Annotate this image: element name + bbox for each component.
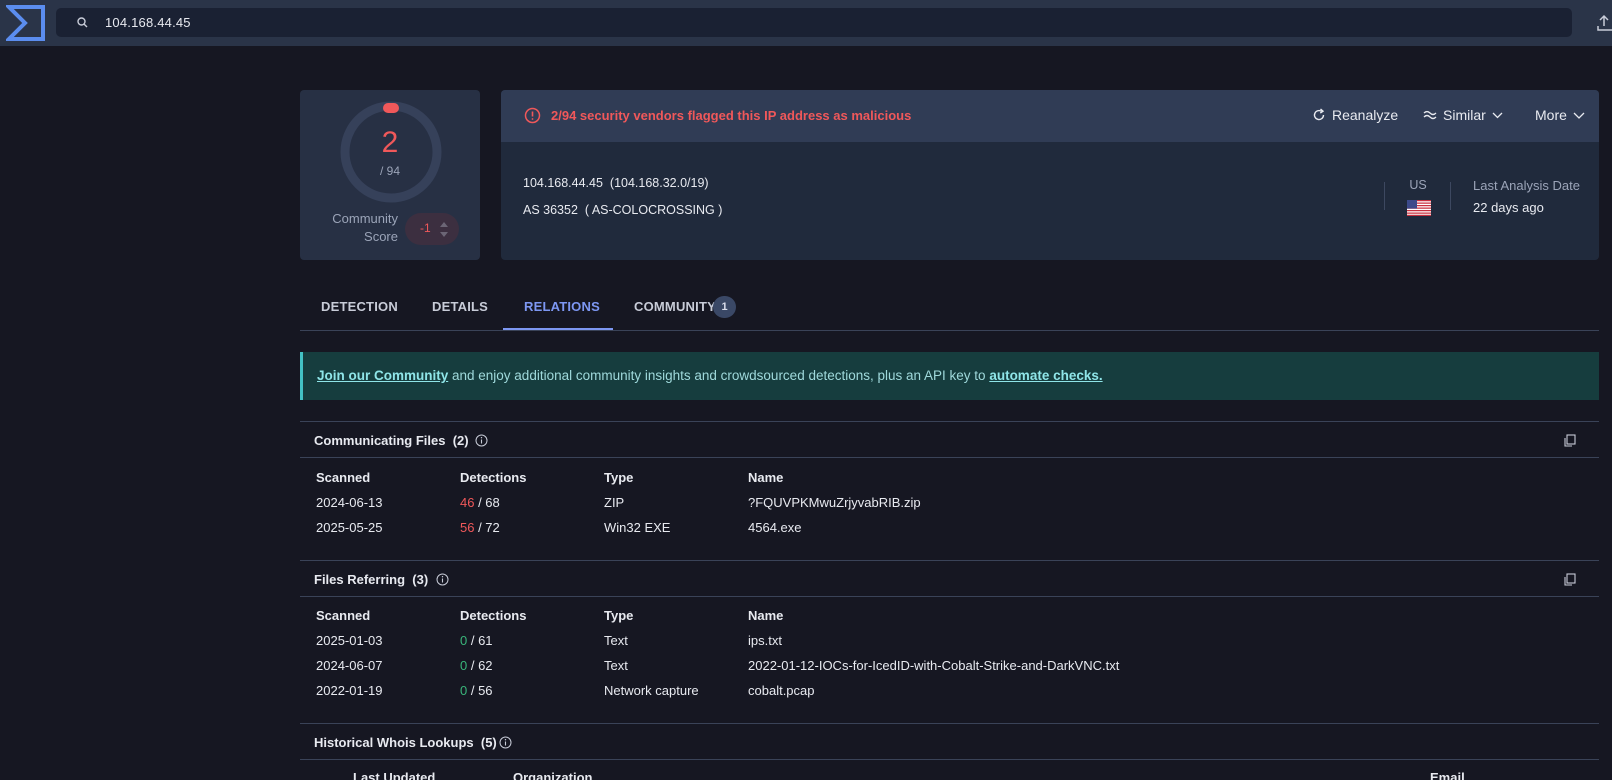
community-count-badge: 1 <box>713 296 736 318</box>
column-header-last-updated[interactable]: Last Updated <box>353 770 435 780</box>
column-header-name[interactable]: Name <box>748 608 783 623</box>
us-flag-icon <box>1407 200 1431 216</box>
info-card-header: 2/94 security vendors flagged this IP ad… <box>501 90 1599 142</box>
column-header-name[interactable]: Name <box>748 470 783 485</box>
table-cell-type: Win32 EXE <box>604 520 671 535</box>
column-header-detections[interactable]: Detections <box>460 470 526 485</box>
community-score-pill: -1 <box>405 213 459 245</box>
divider <box>1384 182 1385 210</box>
active-tab-indicator <box>503 328 613 330</box>
column-header-detections[interactable]: Detections <box>460 608 526 623</box>
tab-community[interactable]: COMMUNITY <box>634 299 716 314</box>
table-cell-scanned: 2025-05-25 <box>316 520 383 535</box>
upload-icon[interactable] <box>1596 14 1612 32</box>
section-title: Historical Whois Lookups (5) <box>314 735 497 750</box>
ip-address: 104.168.44.45 <box>523 176 603 190</box>
ip-cidr: (104.168.32.0/19) <box>609 176 709 190</box>
divider <box>1450 182 1451 210</box>
copy-icon[interactable] <box>1563 434 1576 447</box>
column-header-scanned[interactable]: Scanned <box>316 608 370 623</box>
tab-bar: DETECTION DETAILS RELATIONS COMMUNITY 1 <box>300 283 1599 331</box>
as-number: AS 36352 <box>523 203 578 217</box>
country-code: US <box>1409 178 1427 192</box>
ip-address-line: 104.168.44.45 (104.168.32.0/19) <box>523 176 709 190</box>
file-link[interactable]: ?FQUVPKMwuZrjyvabRIB.zip <box>748 495 921 510</box>
column-header-type[interactable]: Type <box>604 608 633 623</box>
similar-icon <box>1423 110 1437 120</box>
table-cell-type: Text <box>604 633 628 648</box>
as-name: ( AS-COLOCROSSING ) <box>584 203 723 217</box>
section-title: Files Referring (3) <box>314 572 429 587</box>
file-link[interactable]: ips.txt <box>748 633 782 648</box>
table-cell-detections: 0 / 56 <box>460 683 493 698</box>
files-referring-header: Files Referring (3) <box>300 560 1599 597</box>
ip-info-card: 2/94 security vendors flagged this IP ad… <box>501 90 1599 260</box>
tab-relations[interactable]: RELATIONS <box>524 299 600 314</box>
table-cell-scanned: 2024-06-13 <box>316 495 383 510</box>
search-icon <box>77 17 88 28</box>
vendor-total: / 94 <box>379 164 400 178</box>
info-icon[interactable] <box>436 573 449 586</box>
table-cell-scanned: 2024-06-07 <box>316 658 383 673</box>
reanalyze-button[interactable]: Reanalyze <box>1312 107 1398 123</box>
table-cell-detections: 0 / 61 <box>460 633 493 648</box>
as-line: AS 36352 ( AS-COLOCROSSING ) <box>523 203 722 217</box>
communicating-files-header: Communicating Files (2) <box>300 421 1599 458</box>
file-link[interactable]: 4564.exe <box>748 520 802 535</box>
table-cell-scanned: 2025-01-03 <box>316 633 383 648</box>
table-cell-detections: 0 / 62 <box>460 658 493 673</box>
alert-circle-icon <box>524 107 541 124</box>
top-bar: 104.168.44.45 <box>0 0 1612 46</box>
malicious-alert-text: 2/94 security vendors flagged this IP ad… <box>551 108 912 123</box>
chevron-down-icon <box>1492 112 1503 118</box>
column-header-scanned[interactable]: Scanned <box>316 470 370 485</box>
search-input[interactable]: 104.168.44.45 <box>105 15 191 30</box>
tab-details[interactable]: DETAILS <box>432 299 488 314</box>
banner-text: Join our Community and enjoy additional … <box>317 368 1103 383</box>
last-analysis-label: Last Analysis Date <box>1473 178 1580 193</box>
malicious-count: 2 <box>381 126 399 159</box>
detection-score-card: 2 / 94 Community Score -1 <box>300 90 480 260</box>
file-link[interactable]: cobalt.pcap <box>748 683 815 698</box>
column-header-organization[interactable]: Organization <box>513 770 592 780</box>
upvote-icon[interactable] <box>440 222 448 227</box>
info-icon[interactable] <box>499 736 512 749</box>
table-cell-detections: 46 / 68 <box>460 495 500 510</box>
refresh-icon <box>1313 108 1325 121</box>
search-bar[interactable]: 104.168.44.45 <box>56 8 1572 37</box>
chevron-down-icon <box>1573 112 1585 119</box>
community-score-label: Community Score <box>332 211 398 244</box>
table-cell-type: Text <box>604 658 628 673</box>
last-analysis-value: 22 days ago <box>1473 200 1544 215</box>
info-icon[interactable] <box>475 434 488 447</box>
section-title: Communicating Files (2) <box>314 433 469 448</box>
automate-checks-link[interactable]: automate checks. <box>989 368 1102 383</box>
column-header-email[interactable]: Email <box>1430 770 1465 780</box>
copy-icon[interactable] <box>1563 573 1576 586</box>
community-banner: Join our Community and enjoy additional … <box>300 352 1599 400</box>
similar-button[interactable]: Similar <box>1423 107 1503 123</box>
join-community-link[interactable]: Join our Community <box>317 368 448 383</box>
file-link[interactable]: 2022-01-12-IOCs-for-IcedID-with-Cobalt-S… <box>748 658 1119 673</box>
downvote-icon[interactable] <box>440 232 448 237</box>
column-header-type[interactable]: Type <box>604 470 633 485</box>
table-cell-type: ZIP <box>604 495 625 510</box>
more-button[interactable]: More <box>1535 107 1585 123</box>
whois-lookups-header: Historical Whois Lookups (5) <box>300 723 1599 760</box>
tab-detection[interactable]: DETECTION <box>321 299 398 314</box>
table-cell-scanned: 2022-01-19 <box>316 683 383 698</box>
virustotal-logo-icon[interactable] <box>6 4 46 42</box>
table-cell-detections: 56 / 72 <box>460 520 500 535</box>
community-score-value: -1 <box>420 221 431 235</box>
table-cell-type: Network capture <box>604 683 699 698</box>
